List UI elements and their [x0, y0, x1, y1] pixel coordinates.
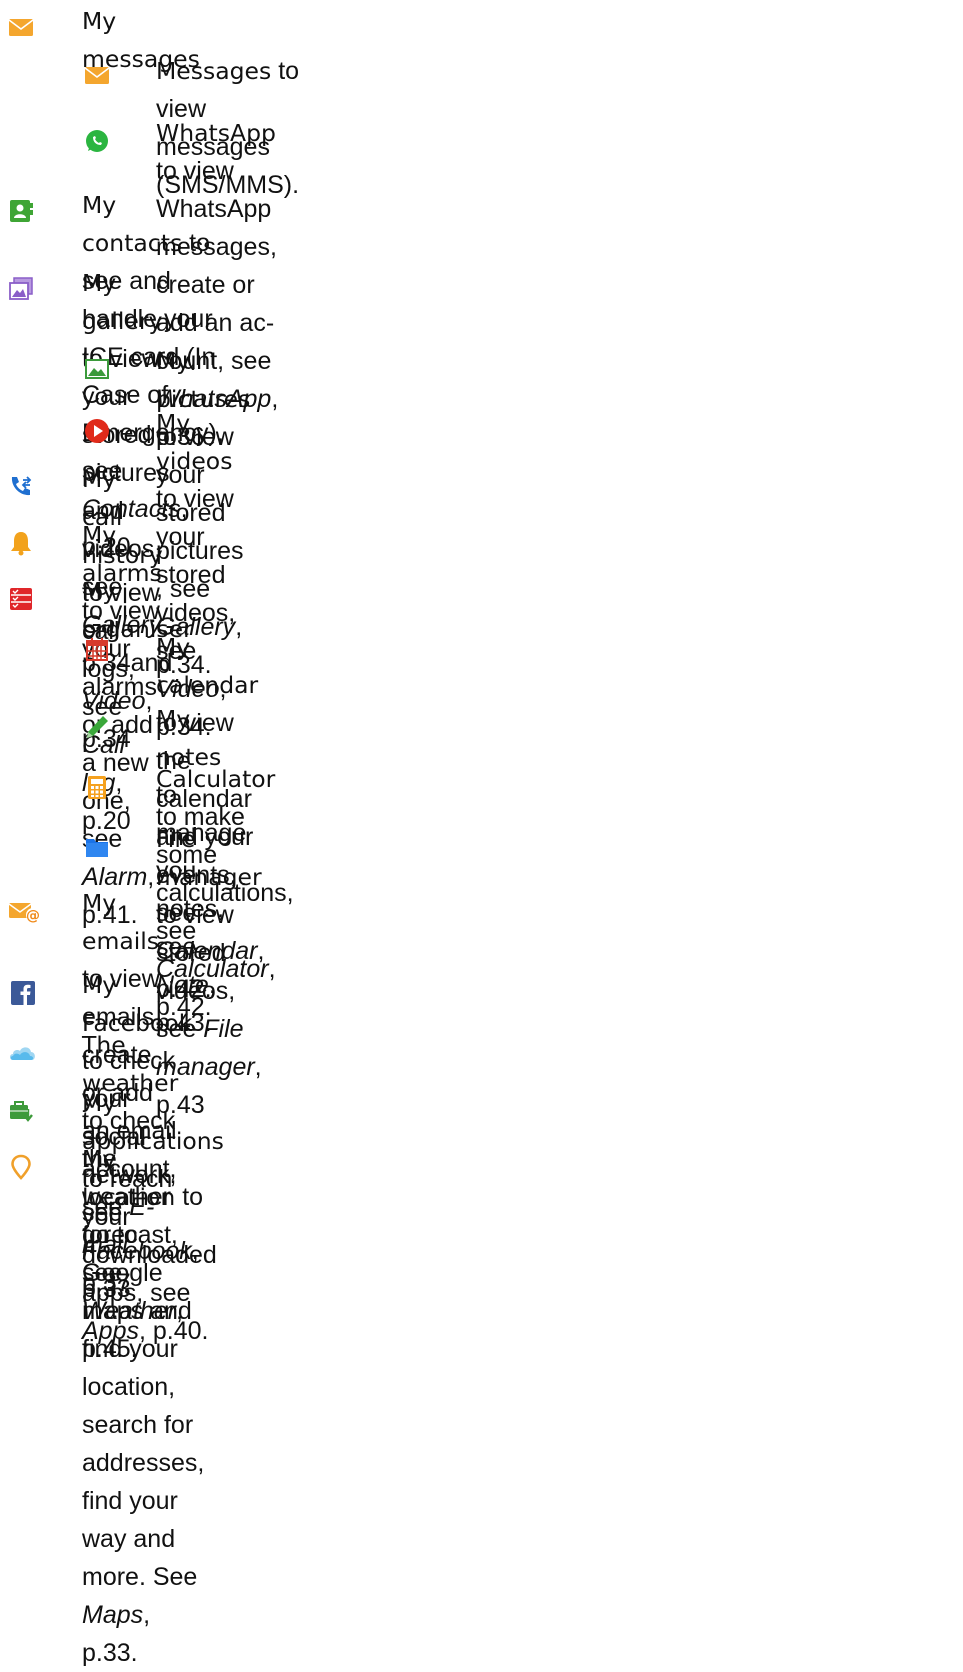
call-history-icon [8, 474, 34, 500]
briefcase-download-icon [8, 1098, 34, 1124]
entry-label: My gallery [82, 269, 163, 335]
entry-label: My videos [156, 409, 233, 475]
entry-description-cont: addresses, find your way and more. See [82, 1449, 205, 1591]
bell-icon [8, 530, 34, 556]
pencil-icon [84, 714, 110, 740]
entry-label: File manager [156, 825, 262, 891]
picture-icon [84, 356, 110, 382]
cloud-icon [8, 1040, 38, 1066]
svg-text:@: @ [26, 908, 40, 924]
play-video-icon [84, 418, 110, 444]
entry-label: WhatsApp [156, 119, 276, 147]
folder-icon [84, 834, 110, 860]
whatsapp-icon [84, 128, 110, 154]
calculator-icon [84, 774, 110, 800]
entry-label: My calendar [156, 633, 259, 699]
facebook-icon [10, 980, 36, 1006]
envelope-icon [84, 62, 110, 88]
entry-text: My location to go to Google maps and fin… [82, 1140, 204, 1672]
contact-card-icon [8, 198, 34, 224]
entry-label: Calculator [156, 765, 276, 793]
email-at-icon: @ [8, 898, 42, 924]
entry-description: to go to Google maps and find your locat… [82, 1183, 204, 1439]
location-pin-icon [8, 1154, 34, 1180]
organiser-icon [8, 586, 34, 612]
gallery-icon [8, 276, 34, 302]
page-reference[interactable]: Maps [82, 1601, 143, 1629]
entry-label: My location [82, 1145, 176, 1211]
entry-label: My emails [82, 889, 160, 955]
entry-label: My contacts [82, 191, 183, 257]
envelope-icon [8, 14, 34, 40]
entry-label: Messages [156, 57, 272, 85]
calendar-icon [84, 636, 110, 662]
